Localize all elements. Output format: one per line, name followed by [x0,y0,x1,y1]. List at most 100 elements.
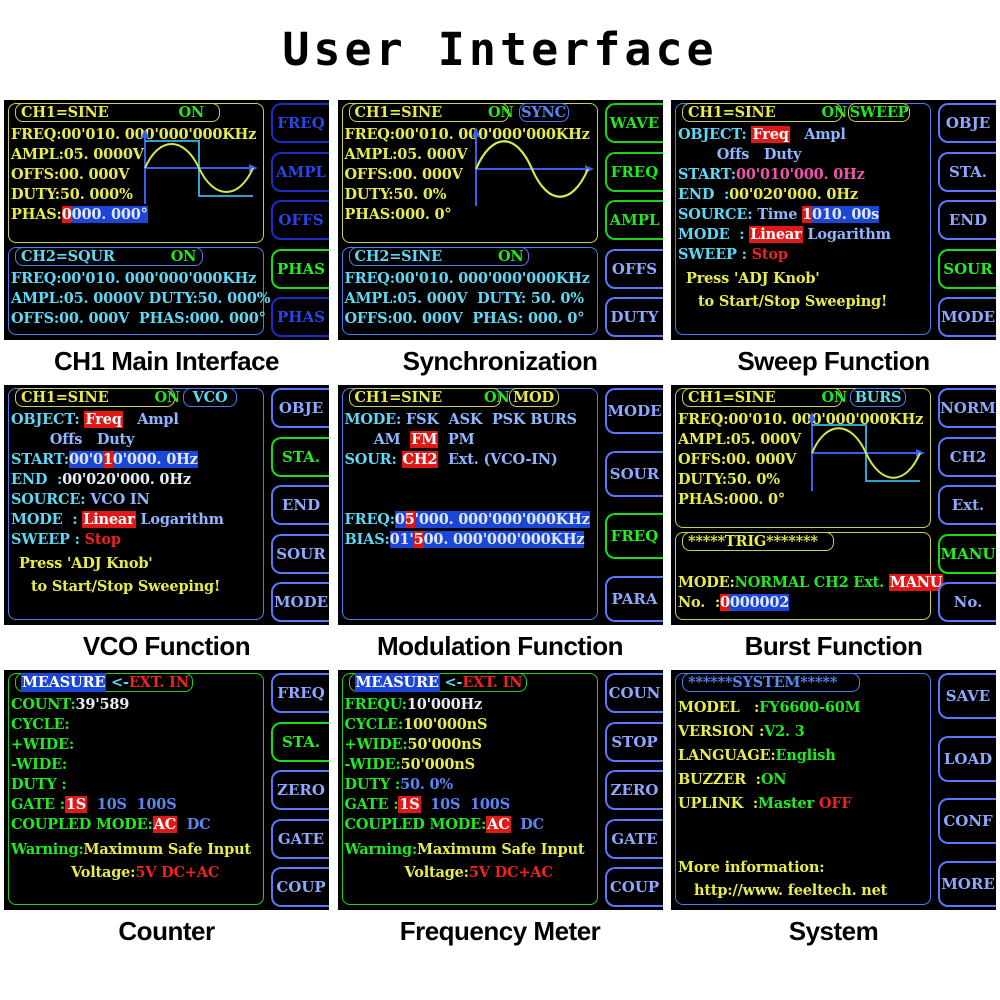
object-option-freq[interactable]: Freq [751,126,790,143]
mod-bias-row[interactable]: BIAS:01'500. 000'000'000KHz [345,530,585,549]
object-option-offs[interactable]: Offs [717,146,750,163]
sidebar-button-gate[interactable]: GATE [271,818,329,859]
device-screen[interactable]: CH1=SINE ON MOD MODE: FSK ASK PSK BURS A… [337,385,663,625]
mode-option-pm[interactable]: PM [448,431,475,448]
ch2-freq-row[interactable]: FREQ:00'010. 000'000'000KHz [345,269,590,288]
sweep-object-row2[interactable]: Offs Duty [678,145,802,164]
coupled-option-ac[interactable]: AC [152,816,178,833]
object-option-ampl[interactable]: Ampl [804,126,846,143]
fm-frequ-row[interactable]: FREQU:10'000Hz [345,695,483,714]
counter-duty-row[interactable]: DUTY : [11,775,67,794]
ch2-offs-phas-row[interactable]: OFFS:00. 000V PHAS:000. 000° [11,309,266,328]
object-option-freq[interactable]: Freq [84,411,123,428]
sidebar-button-coup[interactable]: COUP [604,867,663,907]
gate-option-10s[interactable]: 10S [97,796,127,813]
sidebar-button-coup[interactable]: COUP [271,867,329,907]
sidebar-button-freq[interactable]: FREQ [271,103,329,143]
counter-gate-row[interactable]: GATE :1S 10S 100S [11,795,177,814]
ch2-ampl-duty-row[interactable]: AMPL:05. 000V DUTY: 50. 0% [345,289,585,308]
fm-duty-row[interactable]: DUTY :50. 0% [345,775,454,794]
sidebar-button-coun[interactable]: COUN [604,673,663,713]
sweep-source-row[interactable]: SOURCE: Time 1010. 00s [678,205,879,224]
sweep-end-row[interactable]: END :00'020'000. 0Hz [678,185,858,204]
sidebar-button-duty[interactable]: DUTY [604,297,663,337]
sidebar-button-obje[interactable]: OBJE [271,388,329,428]
ch1-phas-row[interactable]: PHAS:000. 0° [345,205,452,224]
ch1-duty-row[interactable]: DUTY:50. 0% [678,470,780,489]
sidebar-button-sta[interactable]: STA. [271,721,329,762]
sidebar-button-end[interactable]: END [271,485,329,525]
sidebar-button-offs[interactable]: OFFS [604,248,663,289]
mode-option-logarithm[interactable]: Logarithm [140,511,224,528]
ch1-duty-row[interactable]: DUTY:50. 000% [11,185,133,204]
source-value[interactable]: 1010. 00s [802,206,879,223]
gate-option-100s[interactable]: 100S [137,796,177,813]
trig-mode-manu[interactable]: MANU [888,574,944,591]
vco-mode-row[interactable]: MODE : Linear Logarithm [11,510,224,529]
ch1-duty-row[interactable]: DUTY:50. 0% [345,185,447,204]
sidebar-button-no[interactable]: No. [938,582,996,622]
sour-option-ext[interactable]: Ext. (VCO-IN) [448,451,558,468]
sweep-state-row[interactable]: SWEEP : Stop [678,245,788,264]
trig-no-row[interactable]: No. :0000002 [678,593,789,612]
mode-option-logarithm[interactable]: Logarithm [807,226,891,243]
device-screen[interactable]: CH1=SINE ON SWEEP OBJECT: Freq Ampl Offs… [671,100,996,340]
device-screen[interactable]: MEASURE <- EXT. IN FREQU:10'000Hz CYCLE:… [337,670,663,910]
sweep-object-row[interactable]: OBJECT: Freq Ampl [678,125,846,144]
object-option-offs[interactable]: Offs [50,431,83,448]
ch1-ampl-row[interactable]: AMPL:05. 000V [345,145,468,164]
sidebar-button-gate[interactable]: GATE [604,818,663,859]
device-screen[interactable]: CH1=SINE ON BURS FREQ:00'010. 000'000'00… [671,385,996,625]
sidebar-button-mode[interactable]: MODE [604,388,663,434]
start-value[interactable]: 00'010'000. 0Hz [68,451,198,468]
ch1-offs-row[interactable]: OFFS:00. 000V [345,165,463,184]
sidebar-button-ext[interactable]: Ext. [938,485,996,525]
sidebar-button-freq[interactable]: FREQ [271,673,329,713]
device-screen[interactable]: MEASURE <- EXT. IN COUNT:39'589 CYCLE: +… [4,670,329,910]
gate-option-1s[interactable]: 1S [398,796,421,813]
mode-option-fsk[interactable]: FSK [406,411,439,428]
sidebar-button-phas-ch2[interactable]: PHAS [271,297,329,337]
ch1-offs-row[interactable]: OFFS:00. 000V [678,450,796,469]
ch1-phas-row[interactable]: PHAS:0000. 000° [11,205,148,224]
sidebar-button-sta[interactable]: STA. [271,436,329,477]
gate-option-100s[interactable]: 100S [470,796,510,813]
mod-mode-row2[interactable]: AM FM PM [345,430,475,449]
sidebar-button-load[interactable]: LOAD [938,735,996,782]
trig-mode-normal[interactable]: NORMAL [735,574,809,591]
ch1-ampl-row[interactable]: AMPL:05. 0000V [11,145,144,164]
system-model-row[interactable]: MODEL :FY6600-60M [678,698,861,717]
device-screen[interactable]: CH1=SINE ON SYNC FREQ:00'010. 000'000'00… [337,100,663,340]
sweep-start-row[interactable]: START:00'010'000. 0Hz [678,165,865,184]
mod-mode-row[interactable]: MODE: FSK ASK PSK BURS [345,410,578,429]
gate-option-1s[interactable]: 1S [64,796,88,813]
counter-nwide-row[interactable]: -WIDE: [11,755,67,774]
sidebar-button-sour[interactable]: SOUR [604,450,663,497]
sweep-mode-row[interactable]: MODE : Linear Logarithm [678,225,891,244]
mode-option-linear[interactable]: Linear [749,226,803,243]
mode-option-psk[interactable]: PSK [492,411,526,428]
system-url[interactable]: http://www. feeltech. net [694,881,887,900]
vco-end-row[interactable]: END :00'020'000. 0Hz [11,470,191,489]
sidebar-button-sta[interactable]: STA. [938,151,996,192]
coupled-option-dc[interactable]: DC [187,816,211,833]
object-option-ampl[interactable]: Ampl [137,411,179,428]
object-option-duty[interactable]: Duty [764,146,802,163]
system-uplink-row[interactable]: UPLINK :Master OFF [678,794,852,813]
ch2-offs-phas-row[interactable]: OFFS:00. 000V PHAS: 000. 0° [345,309,585,328]
system-version-row[interactable]: VERSION :V2. 3 [678,722,805,741]
sidebar-button-norm[interactable]: NORM [938,388,996,428]
sour-option-ch2[interactable]: CH2 [401,451,439,468]
sidebar-button-conf[interactable]: CONF [938,798,996,845]
ch2-ampl-duty-row[interactable]: AMPL:05. 0000V DUTY:50. 000% [11,289,271,308]
fm-pwide-row[interactable]: +WIDE:50'000nS [345,735,483,754]
source-mode[interactable]: Time [757,206,797,223]
sidebar-button-freq[interactable]: FREQ [604,513,663,560]
mode-option-am[interactable]: AM [374,431,401,448]
counter-count-row[interactable]: COUNT:39'589 [11,695,129,714]
gate-option-10s[interactable]: 10S [430,796,460,813]
mode-option-linear[interactable]: Linear [82,511,136,528]
mod-freq-row[interactable]: FREQ:05'000. 000'000'000KHz [345,510,590,529]
sidebar-button-zero[interactable]: ZERO [604,770,663,810]
system-language-row[interactable]: LANGUAGE:English [678,746,836,765]
